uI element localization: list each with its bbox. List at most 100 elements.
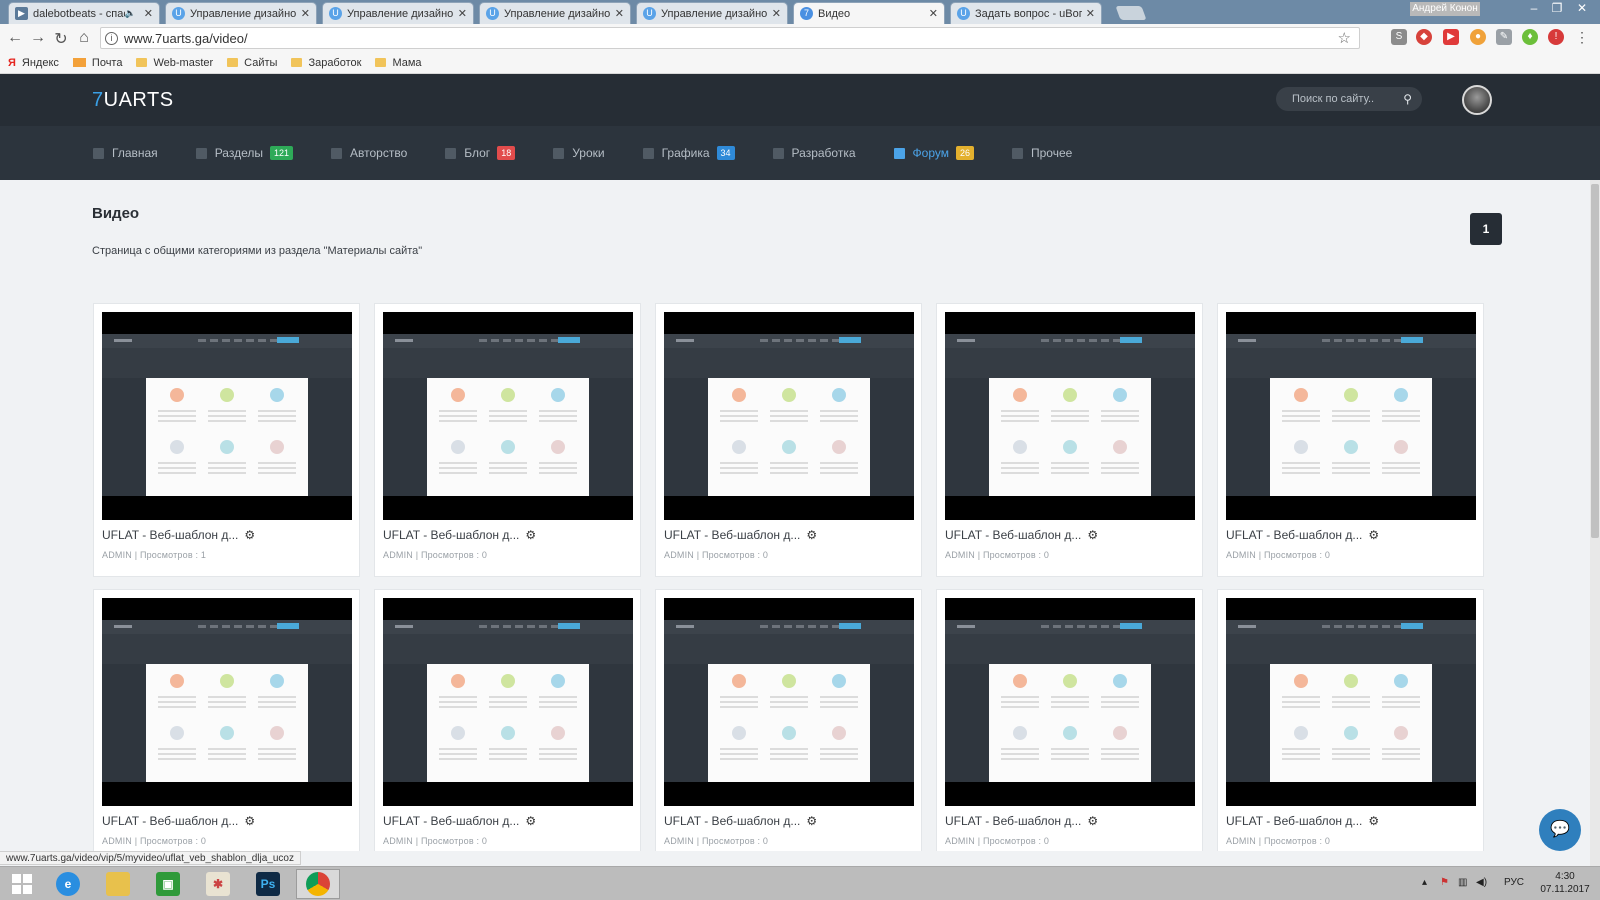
new-tab-button[interactable]: [1115, 6, 1147, 20]
browser-tab[interactable]: U Управление дизайном ✕: [479, 2, 631, 24]
video-card[interactable]: UFLAT - Веб-шаблон д... ⚙ ADMIN | Просмотр…: [655, 303, 922, 577]
video-thumbnail[interactable]: [664, 598, 914, 806]
file-explorer-icon[interactable]: [96, 869, 140, 899]
bookmark-item[interactable]: Web-master: [136, 57, 213, 69]
scrollbar-thumb[interactable]: [1591, 184, 1599, 538]
video-thumbnail[interactable]: [102, 598, 352, 806]
tray-volume-icon[interactable]: ◀): [1476, 877, 1487, 888]
bookmark-item[interactable]: Заработок: [291, 57, 361, 69]
close-tab-icon[interactable]: ✕: [458, 7, 467, 20]
video-thumbnail[interactable]: [1226, 312, 1476, 520]
close-window-icon[interactable]: ✕: [1572, 1, 1592, 15]
nav-item-3[interactable]: Блог 18: [445, 146, 516, 160]
minimize-icon[interactable]: –: [1524, 1, 1544, 15]
restore-icon[interactable]: ❐: [1547, 1, 1567, 15]
video-title[interactable]: UFLAT - Веб-шаблон д... ⚙: [664, 814, 817, 828]
nav-item-5[interactable]: Графика 34: [642, 146, 735, 160]
chat-bubble-icon[interactable]: 💬: [1539, 809, 1581, 851]
video-card[interactable]: UFLAT - Веб-шаблон д... ⚙ ADMIN | Просмотр…: [93, 589, 360, 851]
video-thumbnail[interactable]: [664, 312, 914, 520]
bookmark-item[interactable]: Я Яндекс: [8, 57, 59, 69]
menu-kebab-icon[interactable]: ⋮: [1574, 29, 1590, 45]
site-search-input[interactable]: Поиск по сайту.. ⚲: [1276, 87, 1422, 111]
tray-flag-icon[interactable]: ⚑: [1440, 877, 1449, 888]
video-card[interactable]: UFLAT - Веб-шаблон д... ⚙ ADMIN | Просмотр…: [1217, 303, 1484, 577]
video-title[interactable]: UFLAT - Веб-шаблон д... ⚙: [383, 528, 536, 542]
nav-item-7[interactable]: Форум 26: [893, 146, 974, 160]
video-card[interactable]: UFLAT - Веб-шаблон д... ⚙ ADMIN | Просмотр…: [936, 589, 1203, 851]
leaf-extension-icon[interactable]: ♦: [1522, 29, 1538, 45]
nav-item-2[interactable]: Авторство: [331, 146, 407, 160]
gear-icon[interactable]: ⚙: [1368, 528, 1379, 542]
youtube-extension-icon[interactable]: ▶: [1443, 29, 1459, 45]
photoshop-icon[interactable]: Ps: [246, 869, 290, 899]
browser-tab[interactable]: ▶ dalebotbeats - спаси🔈 ✕: [8, 2, 160, 24]
gear-icon[interactable]: ⚙: [525, 528, 536, 542]
reload-icon[interactable]: ↻: [52, 29, 70, 49]
video-thumbnail[interactable]: [383, 598, 633, 806]
windows-start-icon[interactable]: [0, 869, 44, 899]
video-title[interactable]: UFLAT - Веб-шаблон д... ⚙: [1226, 814, 1379, 828]
video-card[interactable]: UFLAT - Веб-шаблон д... ⚙ ADMIN | Просмотр…: [93, 303, 360, 577]
browser-tab[interactable]: U Управление дизайном ✕: [322, 2, 474, 24]
video-title[interactable]: UFLAT - Веб-шаблон д... ⚙: [1226, 528, 1379, 542]
cloud-extension-icon[interactable]: ●: [1470, 29, 1486, 45]
gear-icon[interactable]: ⚙: [1087, 528, 1098, 542]
browser-tab[interactable]: U Управление дизайном ✕: [165, 2, 317, 24]
bookmark-item[interactable]: Почта: [72, 57, 122, 69]
info-icon[interactable]: i: [105, 31, 118, 45]
tray-network-icon[interactable]: ▥: [1458, 877, 1467, 888]
gear-icon[interactable]: ⚙: [806, 814, 817, 828]
search-icon[interactable]: ⚲: [1403, 87, 1412, 111]
close-tab-icon[interactable]: ✕: [772, 7, 781, 20]
gear-icon[interactable]: ⚙: [244, 814, 255, 828]
video-thumbnail[interactable]: [383, 312, 633, 520]
forward-arrow-icon[interactable]: →: [29, 29, 47, 47]
gear-icon[interactable]: ⚙: [1087, 814, 1098, 828]
bookmark-item[interactable]: Сайты: [227, 57, 277, 69]
nav-item-8[interactable]: Прочее: [1011, 146, 1072, 160]
tray-chevron-icon[interactable]: ▴: [1422, 877, 1427, 888]
browser-tab[interactable]: 7 Видео ✕: [793, 2, 945, 24]
close-tab-icon[interactable]: ✕: [929, 7, 938, 20]
pagination-page-1[interactable]: 1: [1470, 213, 1502, 245]
video-card[interactable]: UFLAT - Веб-шаблон д... ⚙ ADMIN | Просмотр…: [374, 589, 641, 851]
bookmark-star-icon[interactable]: ☆: [1338, 29, 1351, 47]
speaker-icon[interactable]: 🔈: [125, 8, 136, 19]
video-title[interactable]: UFLAT - Веб-шаблон д... ⚙: [102, 528, 255, 542]
browser-tab[interactable]: U Задать вопрос - uВопрос ✕: [950, 2, 1102, 24]
chrome-icon[interactable]: [296, 869, 340, 899]
store-icon[interactable]: ▣: [146, 869, 190, 899]
eyedropper-extension-icon[interactable]: ✎: [1496, 29, 1512, 45]
browser-tab[interactable]: U Управление дизайном ✕: [636, 2, 788, 24]
video-title[interactable]: UFLAT - Веб-шаблон д... ⚙: [945, 528, 1098, 542]
video-thumbnail[interactable]: [102, 312, 352, 520]
gear-icon[interactable]: ⚙: [244, 528, 255, 542]
tray-language[interactable]: РУС: [1504, 877, 1524, 888]
skype-extension-icon[interactable]: S: [1391, 29, 1407, 45]
gear-icon[interactable]: ⚙: [525, 814, 536, 828]
nav-item-4[interactable]: Уроки: [553, 146, 605, 160]
site-logo[interactable]: 7UARTS: [92, 89, 174, 112]
video-title[interactable]: UFLAT - Веб-шаблон д... ⚙: [945, 814, 1098, 828]
video-title[interactable]: UFLAT - Веб-шаблон д... ⚙: [664, 528, 817, 542]
close-tab-icon[interactable]: ✕: [301, 7, 310, 20]
internet-explorer-icon[interactable]: e: [46, 869, 90, 899]
video-card[interactable]: UFLAT - Веб-шаблон д... ⚙ ADMIN | Просмотр…: [936, 303, 1203, 577]
nav-item-0[interactable]: Главная: [93, 146, 158, 160]
url-input[interactable]: i www.7uarts.ga/video/ ☆: [100, 27, 1360, 49]
nav-item-1[interactable]: Разделы 121: [195, 146, 294, 160]
close-tab-icon[interactable]: ✕: [144, 7, 153, 20]
close-tab-icon[interactable]: ✕: [1086, 7, 1095, 20]
video-card[interactable]: UFLAT - Веб-шаблон д... ⚙ ADMIN | Просмотр…: [1217, 589, 1484, 851]
video-title[interactable]: UFLAT - Веб-шаблон д... ⚙: [102, 814, 255, 828]
back-arrow-icon[interactable]: ←: [6, 29, 24, 47]
video-card[interactable]: UFLAT - Веб-шаблон д... ⚙ ADMIN | Просмотр…: [374, 303, 641, 577]
adblock-extension-icon[interactable]: !: [1548, 29, 1564, 45]
video-thumbnail[interactable]: [945, 312, 1195, 520]
bookmark-item[interactable]: Мама: [375, 57, 422, 69]
nav-item-6[interactable]: Разработка: [772, 146, 856, 160]
paint-icon[interactable]: ✱: [196, 869, 240, 899]
video-thumbnail[interactable]: [945, 598, 1195, 806]
video-title[interactable]: UFLAT - Веб-шаблон д... ⚙: [383, 814, 536, 828]
